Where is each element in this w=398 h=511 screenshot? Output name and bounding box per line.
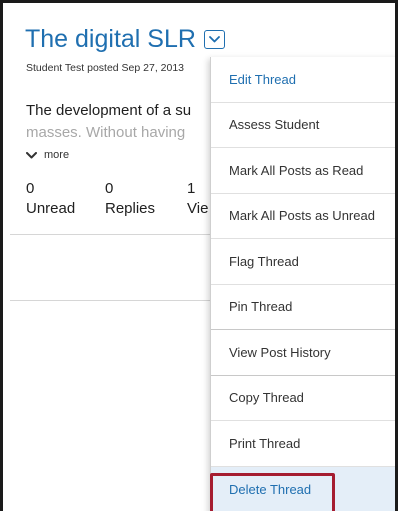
stat-value: 1 [187, 180, 196, 197]
screenshot-frame: The digital SLR Student Test posted Sep … [0, 0, 398, 511]
divider [10, 300, 230, 301]
stat-value: 0 [105, 180, 114, 197]
menu-item-mark-all-read[interactable]: Mark All Posts as Read [211, 148, 395, 194]
thread-actions-menu: Edit Thread Assess Student Mark All Post… [210, 57, 395, 511]
stat-label: Vie [187, 200, 209, 217]
stat-value: 0 [26, 180, 35, 197]
stat-replies: 0 Replies [105, 180, 175, 220]
stat-views: 1 Vie [187, 180, 208, 220]
chevron-down-icon [26, 151, 37, 158]
menu-item-flag-thread[interactable]: Flag Thread [211, 239, 395, 285]
menu-item-pin-thread[interactable]: Pin Thread [211, 285, 395, 330]
more-label: more [44, 149, 70, 161]
thread-actions-dropdown-button[interactable] [203, 30, 225, 49]
menu-item-assess-student[interactable]: Assess Student [211, 103, 395, 148]
divider [10, 234, 230, 235]
stat-label: Unread [26, 200, 76, 217]
stat-unread: 0 Unread [26, 180, 81, 220]
menu-item-edit-thread[interactable]: Edit Thread [211, 57, 395, 103]
menu-item-copy-thread[interactable]: Copy Thread [211, 376, 395, 421]
menu-item-print-thread[interactable]: Print Thread [211, 421, 395, 467]
thread-stats: 0 Unread 0 Replies 1 Vie [26, 180, 230, 220]
chevron-down-icon [209, 36, 220, 43]
thread-header: The digital SLR [25, 25, 225, 54]
body-line: The development of a su [26, 102, 192, 119]
more-toggle[interactable]: more [26, 149, 69, 161]
menu-item-mark-all-unread[interactable]: Mark All Posts as Unread [211, 194, 395, 239]
menu-item-view-post-history[interactable]: View Post History [211, 330, 395, 376]
stat-label: Replies [105, 200, 156, 217]
thread-byline: Student Test posted Sep 27, 2013 [26, 62, 185, 74]
body-line-faded: masses. Without having [26, 124, 186, 141]
thread-title[interactable]: The digital SLR [25, 25, 196, 54]
menu-item-delete-thread[interactable]: Delete Thread [211, 466, 395, 511]
thread-body-preview: The development of a su masses. Without … [26, 100, 191, 144]
